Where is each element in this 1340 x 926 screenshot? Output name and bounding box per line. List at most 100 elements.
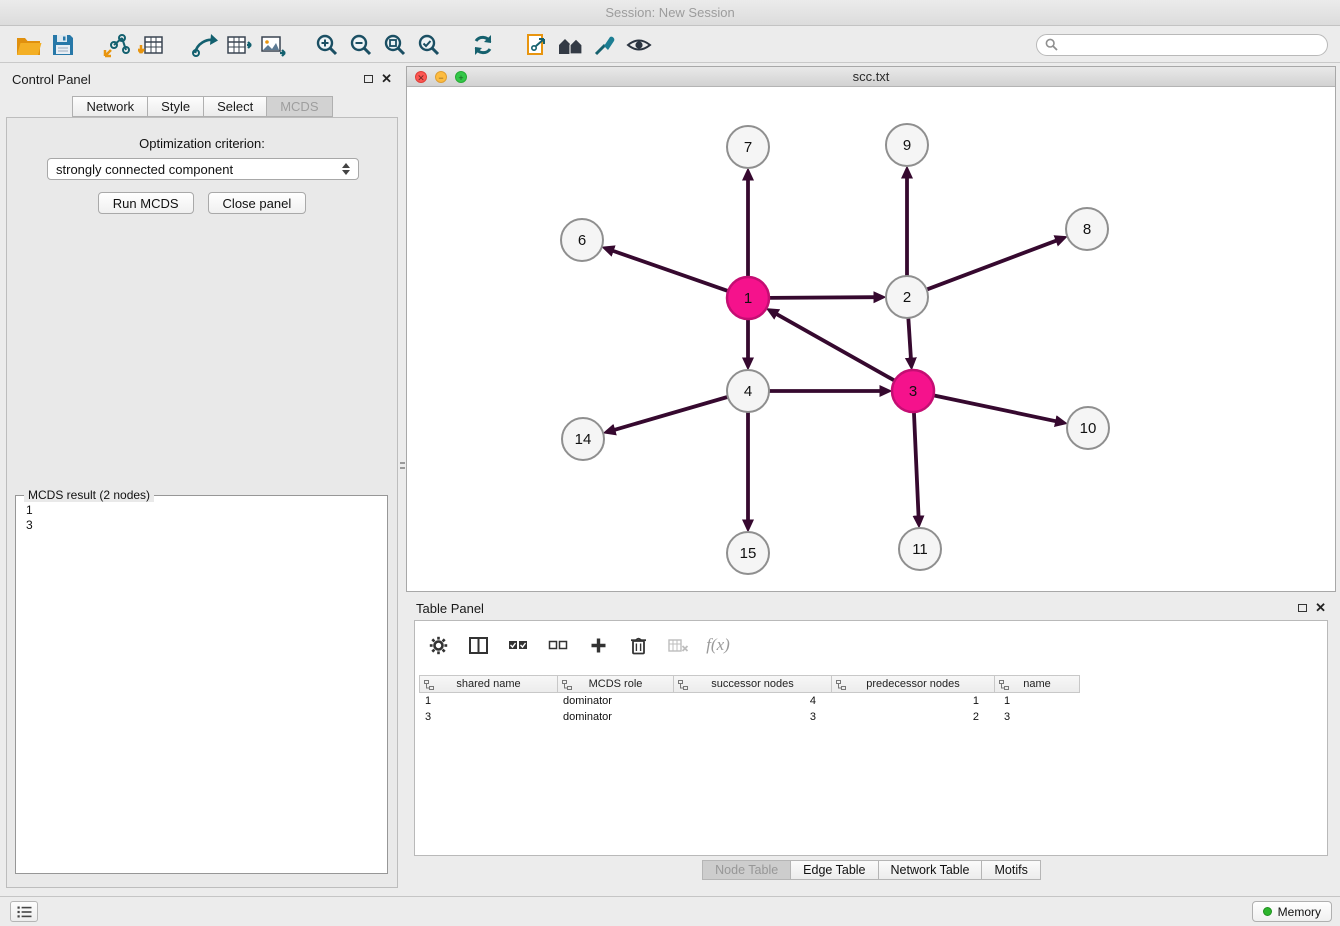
tab-style[interactable]: Style xyxy=(147,96,204,117)
style-brush-icon[interactable] xyxy=(588,30,622,60)
zoom-in-icon[interactable] xyxy=(310,30,344,60)
memory-button[interactable]: Memory xyxy=(1252,901,1332,922)
select-all-icon[interactable] xyxy=(505,632,531,658)
run-mcds-button[interactable]: Run MCDS xyxy=(98,192,194,214)
float-panel-icon[interactable] xyxy=(364,75,373,83)
gear-icon[interactable] xyxy=(425,632,451,658)
window-zoom-icon[interactable]: + xyxy=(455,71,467,83)
column-header-predecessor-nodes[interactable]: predecessor nodes xyxy=(831,675,995,693)
save-icon[interactable] xyxy=(46,30,80,60)
tab-motifs[interactable]: Motifs xyxy=(981,860,1040,880)
search-box[interactable] xyxy=(1036,34,1328,56)
tab-select[interactable]: Select xyxy=(203,96,267,117)
graph-edge-3-11[interactable] xyxy=(914,412,919,516)
attribute-icon xyxy=(836,680,846,690)
svg-text:7: 7 xyxy=(744,139,752,156)
delete-table-icon[interactable] xyxy=(665,632,691,658)
cell-predecessor-nodes[interactable]: 1 xyxy=(831,693,994,709)
graph-node-11[interactable]: 11 xyxy=(899,528,941,570)
graph-node-9[interactable]: 9 xyxy=(886,124,928,166)
column-header-mcds-role[interactable]: MCDS role xyxy=(557,675,674,693)
float-table-panel-icon[interactable] xyxy=(1298,604,1307,612)
deselect-all-icon[interactable] xyxy=(545,632,571,658)
svg-text:15: 15 xyxy=(740,545,757,562)
new-network-icon[interactable] xyxy=(188,30,222,60)
graph-node-7[interactable]: 7 xyxy=(727,126,769,168)
graph-node-14[interactable]: 14 xyxy=(562,418,604,460)
graph-edge-3-10[interactable] xyxy=(934,395,1056,421)
memory-button-label: Memory xyxy=(1278,905,1321,919)
node-table: shared name MCDS role xyxy=(419,675,1079,725)
graph-node-8[interactable]: 8 xyxy=(1066,208,1108,250)
window-minimize-icon[interactable]: − xyxy=(435,71,447,83)
zoom-selected-icon[interactable] xyxy=(412,30,446,60)
column-header-name[interactable]: name xyxy=(994,675,1080,693)
tab-node-table[interactable]: Node Table xyxy=(702,860,791,880)
window-close-icon[interactable]: ✕ xyxy=(415,71,427,83)
cell-name[interactable]: 1 xyxy=(994,693,1079,709)
delete-column-icon[interactable] xyxy=(625,632,651,658)
main-toolbar xyxy=(0,27,1340,63)
graph-edge-3-1[interactable] xyxy=(777,314,895,380)
eye-icon[interactable] xyxy=(622,30,656,60)
search-input[interactable] xyxy=(1063,38,1319,52)
table-row[interactable]: 1 dominator 4 1 1 xyxy=(419,693,1079,709)
import-network-icon[interactable] xyxy=(100,30,134,60)
graph-node-1[interactable]: 1 xyxy=(727,277,769,319)
graph-node-6[interactable]: 6 xyxy=(561,219,603,261)
close-panel-button[interactable]: Close panel xyxy=(208,192,307,214)
zoom-fit-icon[interactable] xyxy=(378,30,412,60)
zoom-out-icon[interactable] xyxy=(344,30,378,60)
function-builder-icon[interactable]: f(x) xyxy=(705,632,731,658)
graph-node-2[interactable]: 2 xyxy=(886,276,928,318)
mcds-result-title: MCDS result (2 nodes) xyxy=(24,488,154,502)
refresh-icon[interactable] xyxy=(466,30,500,60)
import-table-icon[interactable] xyxy=(134,30,168,60)
export-table-icon[interactable] xyxy=(222,30,256,60)
cell-name[interactable]: 3 xyxy=(994,709,1079,725)
control-panel-tabs: Network Style Select MCDS xyxy=(4,96,400,117)
cell-mcds-role[interactable]: dominator xyxy=(557,709,673,725)
close-table-panel-icon[interactable]: ✕ xyxy=(1315,603,1326,613)
graph-node-3[interactable]: 3 xyxy=(892,370,934,412)
cell-predecessor-nodes[interactable]: 2 xyxy=(831,709,994,725)
network-graph[interactable]: 7 9 6 8 1 2 4 3 14 10 15 11 xyxy=(407,88,1335,592)
control-panel-title: Control Panel xyxy=(12,72,91,87)
task-history-button[interactable] xyxy=(10,901,38,922)
tab-network[interactable]: Network xyxy=(72,96,148,117)
graph-node-10[interactable]: 10 xyxy=(1067,407,1109,449)
graph-edge-2-8[interactable] xyxy=(927,241,1056,290)
column-header-successor-nodes[interactable]: successor nodes xyxy=(673,675,832,693)
tab-mcds[interactable]: MCDS xyxy=(266,96,332,117)
open-folder-icon[interactable] xyxy=(12,30,46,60)
graph-edge-1-6[interactable] xyxy=(613,251,728,291)
criterion-dropdown-value: strongly connected component xyxy=(56,162,233,177)
tab-edge-table[interactable]: Edge Table xyxy=(790,860,878,880)
open-document-icon[interactable] xyxy=(520,30,554,60)
status-bar: Memory xyxy=(0,896,1340,926)
tab-network-table[interactable]: Network Table xyxy=(878,860,983,880)
show-columns-icon[interactable] xyxy=(465,632,491,658)
export-image-icon[interactable] xyxy=(256,30,290,60)
graph-edge-1-2[interactable] xyxy=(769,297,874,298)
cell-mcds-role[interactable]: dominator xyxy=(557,693,673,709)
cell-successor-nodes[interactable]: 3 xyxy=(673,709,831,725)
column-header-shared-name[interactable]: shared name xyxy=(419,675,558,693)
cell-shared-name[interactable]: 1 xyxy=(419,693,557,709)
cell-successor-nodes[interactable]: 4 xyxy=(673,693,831,709)
cell-shared-name[interactable]: 3 xyxy=(419,709,557,725)
application-window: Session: New Session xyxy=(0,0,1340,926)
criterion-dropdown[interactable]: strongly connected component xyxy=(47,158,359,180)
graph-edge-2-3[interactable] xyxy=(908,318,911,358)
add-column-icon[interactable] xyxy=(585,632,611,658)
table-row[interactable]: 3 dominator 3 2 3 xyxy=(419,709,1079,725)
mcds-panel-body: Optimization criterion: strongly connect… xyxy=(6,117,398,888)
home-icon[interactable] xyxy=(554,30,588,60)
table-toolbar: f(x) xyxy=(421,625,731,665)
svg-text:14: 14 xyxy=(575,431,592,448)
control-panel-header: Control Panel ✕ xyxy=(4,66,400,92)
graph-node-15[interactable]: 15 xyxy=(727,532,769,574)
graph-edge-4-14[interactable] xyxy=(615,397,728,430)
close-panel-icon[interactable]: ✕ xyxy=(381,74,392,84)
graph-node-4[interactable]: 4 xyxy=(727,370,769,412)
